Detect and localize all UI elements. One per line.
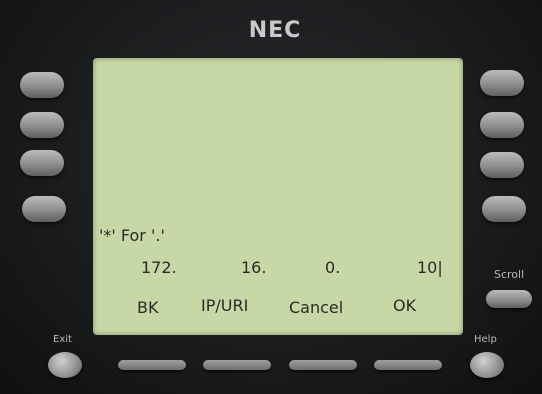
ip-octet-3: 0. — [325, 258, 341, 277]
ip-octet-4: 10| — [417, 258, 443, 277]
scroll-key[interactable] — [486, 290, 532, 308]
softkey-4[interactable] — [374, 360, 442, 370]
exit-button[interactable] — [48, 352, 82, 378]
line-key-left-2[interactable] — [20, 112, 64, 138]
ip-octet-2: 16. — [241, 258, 267, 277]
softkey-label-ok: OK — [393, 296, 417, 315]
softkey-label-cancel: Cancel — [289, 298, 344, 317]
lcd-display: '*' For '.' 172. 16. 0. 10| BK IP/URI Ca… — [93, 58, 463, 335]
line-key-right-1[interactable] — [480, 70, 524, 96]
ip-octet-1: 172. — [141, 258, 177, 277]
softkey-label-ip-uri: IP/URI — [201, 296, 249, 315]
brand-logo: NEC — [248, 18, 302, 43]
exit-label: Exit — [53, 334, 72, 345]
softkey-3[interactable] — [289, 360, 357, 370]
softkey-2[interactable] — [203, 360, 271, 370]
softkey-1[interactable] — [118, 360, 186, 370]
scroll-label: Scroll — [494, 268, 525, 281]
softkey-label-bk: BK — [137, 298, 159, 317]
line-key-right-3[interactable] — [480, 152, 524, 178]
help-button[interactable] — [470, 352, 504, 378]
line-key-left-1[interactable] — [20, 72, 64, 98]
line-key-left-4[interactable] — [22, 196, 66, 222]
help-label: Help — [474, 334, 497, 345]
line-key-right-2[interactable] — [480, 112, 524, 138]
line-key-right-4[interactable] — [482, 196, 526, 222]
ip-entry-hint: '*' For '.' — [99, 226, 165, 245]
line-key-left-3[interactable] — [20, 150, 64, 176]
